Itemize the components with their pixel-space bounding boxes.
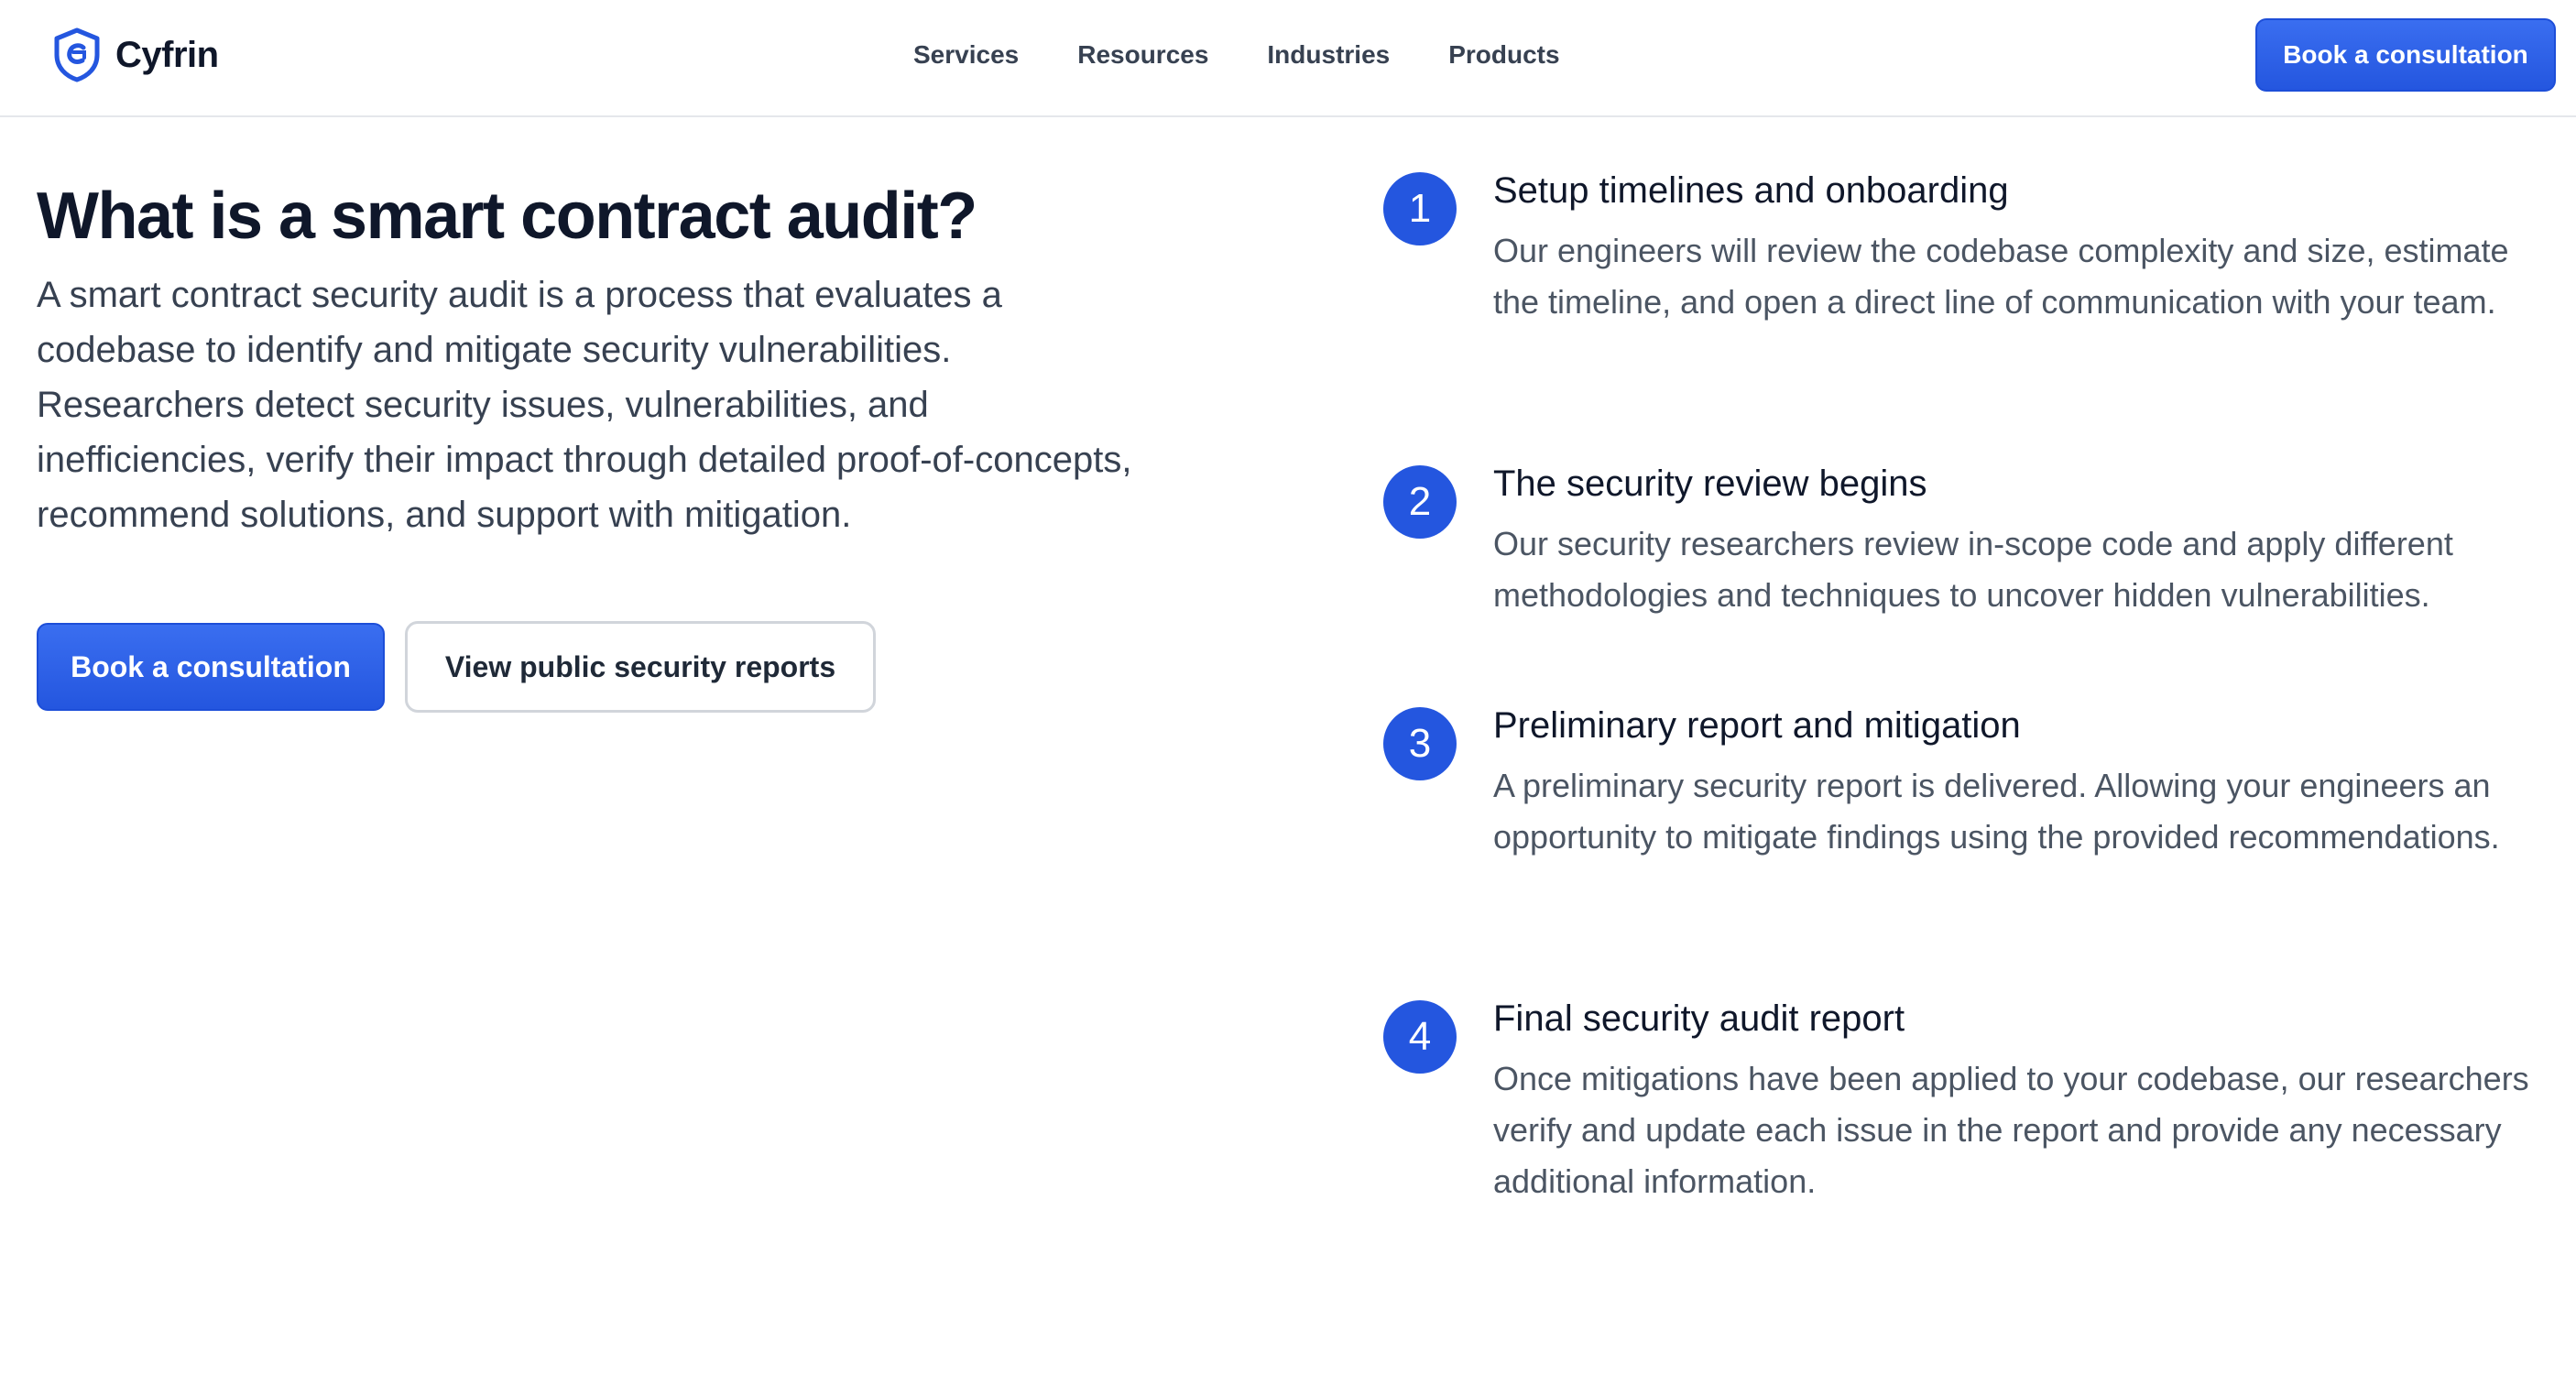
shield-logo-icon xyxy=(53,27,101,82)
main-nav: Services Resources Industries Products xyxy=(913,33,1560,77)
page-title: What is a smart contract audit? xyxy=(37,180,977,253)
header-book-consultation-button[interactable]: Book a consultation xyxy=(2255,18,2556,92)
step-title: Setup timelines and onboarding xyxy=(1493,170,2009,211)
step-content: The security review begins Our security … xyxy=(1493,464,2556,621)
step-description: A preliminary security report is deliver… xyxy=(1493,767,2500,856)
step-content: Final security audit report Once mitigat… xyxy=(1493,998,2556,1207)
step-number-badge: 3 xyxy=(1383,707,1457,780)
hero-section: What is a smart contract audit? A smart … xyxy=(37,174,1173,542)
site-header: Cyfrin Services Resources Industries Pro… xyxy=(0,0,2576,117)
brand-name: Cyfrin xyxy=(115,34,219,75)
step-description: Once mitigations have been applied to yo… xyxy=(1493,1060,2529,1200)
nav-item-industries[interactable]: Industries xyxy=(1267,40,1390,70)
book-consultation-button[interactable]: Book a consultation xyxy=(37,623,385,711)
step-title: The security review begins xyxy=(1493,464,1927,504)
nav-item-services[interactable]: Services xyxy=(913,40,1019,70)
view-reports-button[interactable]: View public security reports xyxy=(405,621,876,713)
step-number-badge: 1 xyxy=(1383,172,1457,245)
step-title: Final security audit report xyxy=(1493,998,1905,1039)
nav-item-resources[interactable]: Resources xyxy=(1077,40,1208,70)
step-description: Our security researchers review in-scope… xyxy=(1493,525,2453,614)
hero-description: A smart contract security audit is a pro… xyxy=(37,275,1132,535)
step-content: Setup timelines and onboarding Our engin… xyxy=(1493,170,2556,328)
step-number-badge: 2 xyxy=(1383,465,1457,539)
step-content: Preliminary report and mitigation A prel… xyxy=(1493,705,2556,863)
nav-item-products[interactable]: Products xyxy=(1448,40,1559,70)
brand-logo-link[interactable]: Cyfrin xyxy=(53,26,219,84)
step-description: Our engineers will review the codebase c… xyxy=(1493,232,2509,321)
step-title: Preliminary report and mitigation xyxy=(1493,705,2021,746)
hero-cta-row: Book a consultation View public security… xyxy=(37,621,876,713)
step-number-badge: 4 xyxy=(1383,1000,1457,1074)
